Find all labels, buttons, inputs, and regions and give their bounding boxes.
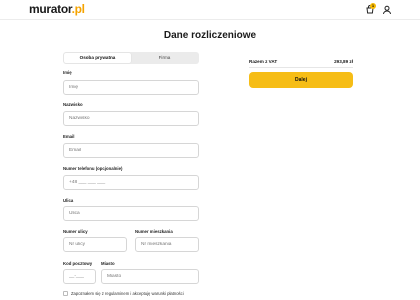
user-icon[interactable] <box>381 4 393 16</box>
city-input[interactable] <box>101 269 199 284</box>
phone-label: Numer telefonu (opcjonalnie) <box>63 166 123 171</box>
logo[interactable]: murator.pl <box>29 3 85 15</box>
street-number-label: Numer ulicy <box>63 229 88 234</box>
email-label: Email <box>63 134 75 139</box>
logo-main: murator <box>29 2 72 16</box>
accept-terms-label: Zapoznałem się z regulaminem i akceptuję… <box>71 291 184 296</box>
city-label: Miasto <box>101 261 115 266</box>
phone-input[interactable] <box>63 175 199 190</box>
total-label: Razem z VAT <box>249 59 278 64</box>
postal-code-label: Kod pocztowy <box>63 261 93 266</box>
apartment-number-input[interactable] <box>135 237 199 252</box>
customer-type-tabs: Osoba prywatna Firma <box>63 52 199 64</box>
tab-company[interactable]: Firma <box>131 53 198 63</box>
apartment-number-label: Numer mieszkania <box>135 229 173 234</box>
street-input[interactable] <box>63 206 199 221</box>
site-header: murator.pl 1 <box>0 0 420 20</box>
last-name-label: Nazwisko <box>63 102 83 107</box>
accept-terms-checkbox[interactable] <box>63 291 68 296</box>
cart-count-badge: 1 <box>370 3 376 9</box>
page-title: Dane rozliczeniowe <box>163 30 257 41</box>
order-summary: Razem z VAT 293,89 zł <box>249 55 353 68</box>
postal-code-input[interactable] <box>63 269 96 284</box>
next-button[interactable]: Dalej <box>249 72 353 88</box>
email-input[interactable] <box>63 143 199 158</box>
tab-private-person[interactable]: Osoba prywatna <box>64 53 131 63</box>
street-number-input[interactable] <box>63 237 127 252</box>
first-name-label: Imię <box>63 70 72 75</box>
total-value: 293,89 zł <box>334 59 353 64</box>
street-label: Ulica <box>63 198 74 203</box>
last-name-input[interactable] <box>63 111 199 126</box>
logo-tld: .pl <box>71 2 85 16</box>
first-name-input[interactable] <box>63 80 199 95</box>
